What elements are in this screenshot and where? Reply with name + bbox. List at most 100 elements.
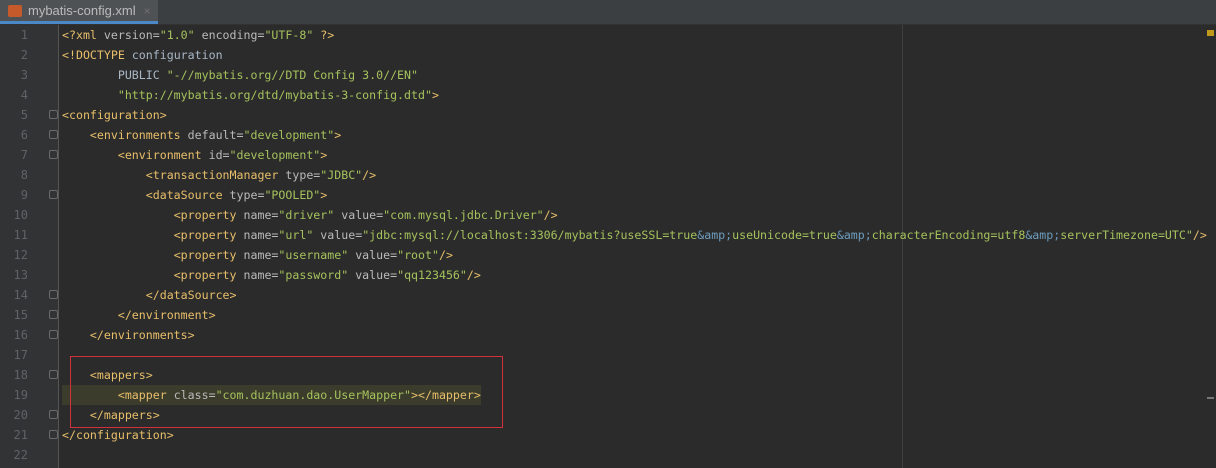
code-text: <environments default="development">	[62, 125, 341, 145]
token-tag: ?>	[313, 28, 335, 42]
token-attr: default=	[187, 128, 244, 142]
token-tag: <property	[173, 248, 244, 262]
code-line[interactable]: 6 <environments default="development">	[0, 125, 1216, 145]
fold-marker-icon[interactable]	[49, 290, 58, 299]
tab-mybatis-config[interactable]: mybatis-config.xml ×	[0, 0, 158, 24]
code-line[interactable]: 2 <!DOCTYPE configuration	[0, 45, 1216, 65]
line-number: 19	[13, 388, 28, 402]
code-line[interactable]: 10 <property name="driver" value="com.my…	[0, 205, 1216, 225]
code-line[interactable]: 8 <transactionManager type="JDBC"/>	[0, 165, 1216, 185]
code-line[interactable]: 3 PUBLIC "-//mybatis.org//DTD Config 3.0…	[0, 65, 1216, 85]
token-tag: <dataSource	[145, 188, 230, 202]
xml-file-icon	[8, 4, 22, 17]
code-line[interactable]: 13 <property name="password" value="qq12…	[0, 265, 1216, 285]
code-line[interactable]: 4 "http://mybatis.org/dtd/mybatis-3-conf…	[0, 85, 1216, 105]
token-val: "username"	[278, 248, 349, 262]
code-line[interactable]: 5 <configuration>	[0, 105, 1216, 125]
code-text: <transactionManager type="JDBC"/>	[62, 165, 376, 185]
token-val: useUnicode=true	[732, 228, 837, 242]
token-tag: <property	[173, 228, 244, 242]
line-number: 6	[20, 128, 28, 142]
token-tag: />	[362, 168, 377, 182]
line-number: 21	[13, 428, 28, 442]
scrollbar-marker[interactable]	[1207, 397, 1214, 399]
fold-marker-icon[interactable]	[49, 110, 58, 119]
token-val: "-//mybatis.org//DTD Config 3.0//EN"	[166, 68, 418, 82]
line-number: 16	[13, 328, 28, 342]
token-tag: <environments	[89, 128, 188, 142]
code-text: </environments>	[62, 325, 195, 345]
fold-marker-icon[interactable]	[49, 190, 58, 199]
token-tag: />	[438, 248, 453, 262]
code-line[interactable]: 15 </environment>	[0, 305, 1216, 325]
line-number: 5	[20, 108, 28, 122]
token-attr: encoding=	[194, 28, 265, 42]
token-val: "qq123456"	[397, 268, 467, 282]
code-line[interactable]: 16 </environments>	[0, 325, 1216, 345]
token-val: "driver"	[278, 208, 335, 222]
line-number: 15	[13, 308, 28, 322]
close-tab-icon[interactable]: ×	[144, 4, 151, 18]
code-line[interactable]: 11 <property name="url" value="jdbc:mysq…	[0, 225, 1216, 245]
line-number: 4	[20, 88, 28, 102]
code-text: </configuration>	[62, 425, 174, 445]
fold-marker-icon[interactable]	[49, 370, 58, 379]
token-ent: &amp;	[697, 228, 733, 242]
token-ent: &amp;	[836, 228, 872, 242]
code-text: <dataSource type="POOLED">	[62, 185, 328, 205]
inspection-status-icon[interactable]	[1207, 30, 1214, 36]
fold-marker-icon[interactable]	[49, 130, 58, 139]
token-val: "development"	[229, 148, 321, 162]
token-val: "development"	[243, 128, 335, 142]
line-number: 11	[13, 228, 28, 242]
code-line[interactable]: 1 <?xml version="1.0" encoding="UTF-8" ?>	[0, 25, 1216, 45]
code-text: </dataSource>	[62, 285, 237, 305]
token-tag: <property	[173, 208, 244, 222]
fold-marker-icon[interactable]	[49, 150, 58, 159]
code-line[interactable]: 9 <dataSource type="POOLED">	[0, 185, 1216, 205]
token-tag: <transactionManager	[145, 168, 286, 182]
token-attr: type=	[229, 188, 265, 202]
code-line[interactable]: 12 <property name="username" value="root…	[0, 245, 1216, 265]
token-val: "UTF-8"	[264, 28, 314, 42]
fold-marker-icon[interactable]	[49, 430, 58, 439]
code-line[interactable]: 7 <environment id="development">	[0, 145, 1216, 165]
token-val: "url"	[278, 228, 314, 242]
token-tag: </environments>	[89, 328, 195, 342]
token-attr: name=	[243, 228, 279, 242]
line-number: 12	[13, 248, 28, 262]
token-tag: <configuration>	[62, 108, 167, 122]
token-tag: >	[334, 128, 342, 142]
token-val: "1.0"	[159, 28, 195, 42]
fold-marker-icon[interactable]	[49, 330, 58, 339]
code-line[interactable]: 22	[0, 445, 1216, 465]
token-attr: name=	[243, 248, 279, 262]
code-text: </environment>	[62, 305, 216, 325]
line-number: 20	[13, 408, 28, 422]
token-attr: value=	[334, 208, 384, 222]
line-number: 3	[20, 68, 28, 82]
line-number: 1	[20, 28, 28, 42]
code-text: <environment id="development">	[62, 145, 327, 165]
tab-title: mybatis-config.xml	[28, 3, 136, 18]
line-number: 10	[13, 208, 28, 222]
fold-marker-icon[interactable]	[49, 310, 58, 319]
code-line[interactable]: 14 </dataSource>	[0, 285, 1216, 305]
code-text: <property name="driver" value="com.mysql…	[62, 205, 558, 225]
token-attr: name=	[243, 208, 279, 222]
token-attr: version=	[103, 28, 160, 42]
code-text: <configuration>	[62, 105, 167, 125]
token-tag: />	[543, 208, 558, 222]
line-number: 18	[13, 368, 28, 382]
token-txt: configuration	[131, 48, 223, 62]
line-number: 7	[20, 148, 28, 162]
code-line[interactable]: 21 </configuration>	[0, 425, 1216, 445]
fold-marker-icon[interactable]	[49, 410, 58, 419]
token-val: "com.mysql.jdbc.Driver"	[383, 208, 544, 222]
